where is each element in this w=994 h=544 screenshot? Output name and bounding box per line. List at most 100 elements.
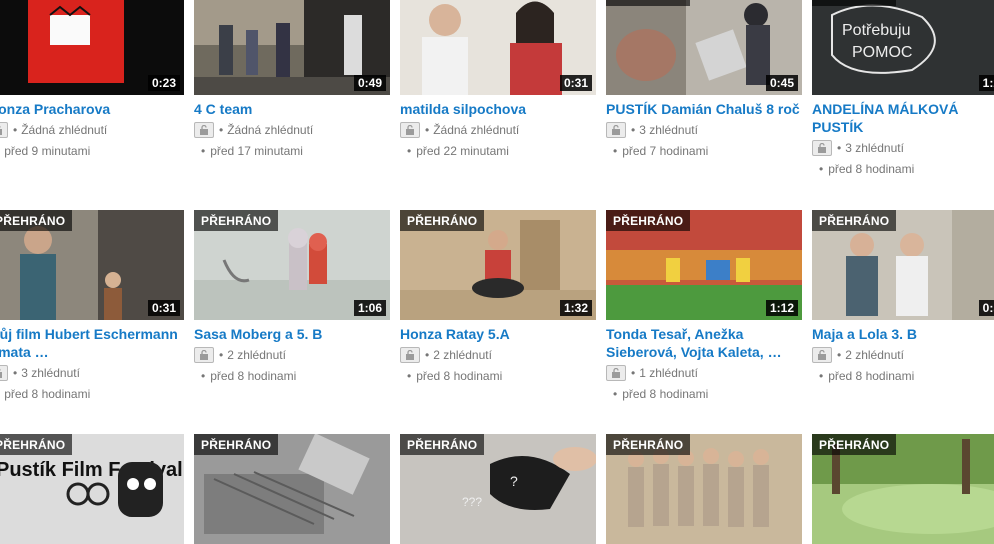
video-thumbnail[interactable]: PŘEHRÁNO 0:5 (812, 210, 994, 320)
video-duration: 1:32 (559, 300, 592, 316)
video-meta: • 1 zhlédnutí (606, 363, 802, 383)
upload-age: •před 8 hodinami (819, 162, 915, 176)
video-card[interactable]: PŘEHRÁNO 1:32 Honza Ratay 5.A • 2 zhlédn… (400, 210, 596, 385)
video-title[interactable]: Sasa Moberg a 5. B (194, 325, 390, 343)
view-count: 3 zhlédnutí (21, 366, 80, 380)
video-title[interactable]: 4 C team (194, 100, 390, 118)
video-card[interactable]: PŘEHRÁNO 1:06 Sasa Moberg a 5. B • 2 zhl… (194, 210, 390, 385)
watched-badge: PŘEHRÁNO (0, 434, 73, 455)
video-card[interactable]: PŘEHRÁNO (812, 434, 994, 544)
video-card[interactable]: PŘEHRÁNO 1:12 Tonda Tesař, Anežka Sieber… (606, 210, 802, 403)
video-duration: 0:45 (765, 75, 798, 91)
lock-icon (400, 122, 420, 138)
video-thumbnail[interactable]: PŘEHRÁNO 1:12 (606, 210, 802, 320)
video-title[interactable]: Tonda Tesař, Anežka Sieberová, Vojta Kal… (606, 325, 802, 361)
video-card[interactable]: 0:49 4 C team • Žádná zhlédnutí • před 17… (194, 0, 390, 160)
video-title[interactable]: ANDELÍNA MÁLKOVÁ PUSTÍK (812, 100, 994, 136)
upload-age: • před 7 hodinami (613, 144, 709, 158)
video-card[interactable]: PŘEHRÁNO 0:5 Maja a Lola 3. B • 2 zhlédn… (812, 210, 994, 385)
thumbnail-image: Potřebuju POMOC (812, 0, 994, 95)
watched-badge: PŘEHRÁNO (194, 210, 279, 231)
upload-age: •před 8 hodinami (613, 387, 709, 401)
video-card[interactable]: PŘEHRÁNO (194, 434, 390, 544)
video-meta: • 2 zhlédnutí (400, 345, 596, 365)
svg-text:?: ? (510, 473, 518, 489)
video-thumbnail[interactable]: 0:23 (0, 0, 184, 95)
lock-icon (400, 347, 420, 363)
video-meta: • Žádná zhlédnutí (194, 120, 390, 140)
watched-badge: PŘEHRÁNO (606, 210, 691, 231)
svg-text:POMOC: POMOC (852, 44, 912, 61)
video-card[interactable]: PŘEHRÁNO 0:31 Můj film Hubert Eschermann… (0, 210, 184, 403)
lock-icon (0, 122, 8, 138)
video-duration: 0:23 (147, 75, 180, 91)
video-duration: 1:06 (353, 300, 386, 316)
video-meta: • 3 zhlédnutí (812, 138, 994, 158)
watched-badge: PŘEHRÁNO (812, 434, 897, 455)
lock-icon (606, 365, 626, 381)
video-thumbnail[interactable]: 0:49 (194, 0, 390, 95)
view-count: 2 zhlédnutí (227, 348, 286, 362)
video-card[interactable]: PŘEHRÁNO 0:45 PUSTÍK Damián Chaluš 8 roč… (606, 0, 802, 160)
video-title[interactable]: Můj film Hubert Eschermann Amata … (0, 325, 184, 361)
video-title[interactable]: Maja a Lola 3. B (812, 325, 994, 343)
upload-age: •před 8 hodinami (407, 369, 503, 383)
lock-icon (812, 347, 832, 363)
video-duration: 1:12 (765, 300, 798, 316)
video-duration: 1:2 (978, 75, 994, 91)
view-count: Žádná zhlédnutí (433, 123, 520, 137)
video-thumbnail[interactable]: PŘEHRÁNO 1:32 (400, 210, 596, 320)
video-card[interactable]: ? ??? PŘEHRÁNO (400, 434, 596, 544)
view-count: 2 zhlédnutí (845, 348, 904, 362)
video-thumbnail[interactable]: 0:31 (400, 0, 596, 95)
lock-icon (0, 365, 8, 381)
video-thumbnail[interactable]: Potřebuju POMOC PŘEHRÁNO 1:2 (812, 0, 994, 95)
watched-badge: PŘEHRÁNO (0, 210, 73, 231)
video-thumbnail[interactable]: PŘEHRÁNO (812, 434, 994, 544)
video-title[interactable]: Honza Ratay 5.A (400, 325, 596, 343)
video-meta: • Žádná zhlédnutí (0, 120, 184, 140)
video-meta: • Žádná zhlédnutí (400, 120, 596, 140)
upload-age: • před 17 minutami (201, 144, 303, 158)
video-meta: • 3 zhlédnutí (0, 363, 184, 383)
video-thumbnail[interactable]: PŘEHRÁNO 1:06 (194, 210, 390, 320)
lock-icon (606, 122, 626, 138)
video-card[interactable]: 0:31 matilda silpochova • Žádná zhlédnut… (400, 0, 596, 160)
lock-icon (194, 122, 214, 138)
watched-badge: PŘEHRÁNO (812, 210, 897, 231)
svg-text:Potřebuju: Potřebuju (842, 22, 911, 39)
watched-badge: PŘEHRÁNO (194, 434, 279, 455)
video-card[interactable]: 0:23 Honza Pracharova • Žádná zhlédnutí … (0, 0, 184, 160)
watched-badge: PŘEHRÁNO (400, 210, 485, 231)
view-count: 3 zhlédnutí (845, 141, 904, 155)
thumbnail-overlay-text: ??? (462, 495, 482, 509)
video-card[interactable]: Pustík Film Festival PŘEHRÁNO (0, 434, 184, 544)
view-count: 2 zhlédnutí (433, 348, 492, 362)
upload-age: •před 8 hodinami (4, 387, 91, 401)
video-thumbnail[interactable]: PŘEHRÁNO 0:31 (0, 210, 184, 320)
video-duration: 0:31 (559, 75, 592, 91)
video-title[interactable]: PUSTÍK Damián Chaluš 8 roč (606, 100, 802, 118)
video-duration: 0:31 (147, 300, 180, 316)
view-count: 3 zhlédnutí (639, 123, 698, 137)
watched-badge: PŘEHRÁNO (400, 434, 485, 455)
video-meta: • 3 zhlédnutí (606, 120, 802, 140)
video-thumbnail[interactable]: ? ??? PŘEHRÁNO (400, 434, 596, 544)
watched-badge: PŘEHRÁNO (812, 0, 897, 6)
watched-badge: PŘEHRÁNO (606, 0, 691, 6)
video-thumbnail[interactable]: PŘEHRÁNO 0:45 (606, 0, 802, 95)
video-thumbnail[interactable]: PŘEHRÁNO (194, 434, 390, 544)
watched-badge: PŘEHRÁNO (606, 434, 691, 455)
video-thumbnail[interactable]: Pustík Film Festival PŘEHRÁNO (0, 434, 184, 544)
video-meta: • 2 zhlédnutí (812, 345, 994, 365)
view-count: Žádná zhlédnutí (21, 123, 108, 137)
upload-age: •před 8 hodinami (819, 369, 915, 383)
video-card[interactable]: PŘEHRÁNO (606, 434, 802, 544)
video-title[interactable]: matilda silpochova (400, 100, 596, 118)
video-thumbnail[interactable]: PŘEHRÁNO (606, 434, 802, 544)
video-title[interactable]: Honza Pracharova (0, 100, 184, 118)
video-duration: 0:49 (353, 75, 386, 91)
video-meta: • 2 zhlédnutí (194, 345, 390, 365)
video-card[interactable]: Potřebuju POMOC PŘEHRÁNO 1:2 ANDELÍNA MÁ… (812, 0, 994, 178)
upload-age: • před 22 minutami (407, 144, 509, 158)
